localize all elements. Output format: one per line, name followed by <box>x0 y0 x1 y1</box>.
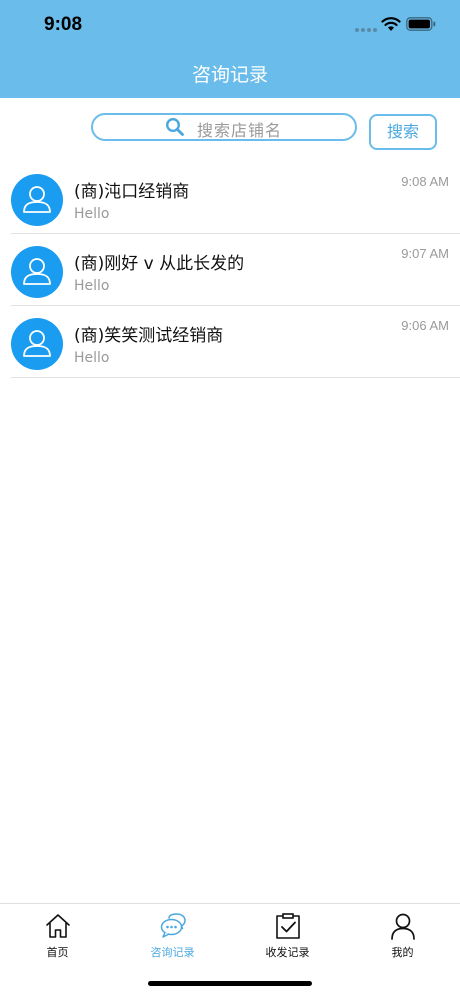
signal-icon <box>355 28 379 32</box>
tab-mine[interactable]: 我的 <box>345 904 460 964</box>
search-icon <box>165 117 184 136</box>
screen: 9:08 咨询记录 搜索店铺名 搜索 (商)沌口经销商 Hello 9:08 A… <box>0 0 460 996</box>
tab-label: 收发记录 <box>265 946 310 959</box>
conversation-time: 9:07 AM <box>401 246 449 261</box>
battery-icon <box>406 17 436 31</box>
header: 9:08 咨询记录 <box>0 0 460 98</box>
tab-home[interactable]: 首页 <box>0 904 115 964</box>
conversation-preview: Hello <box>74 350 110 366</box>
page-title: 咨询记录 <box>191 64 268 86</box>
conversation-time: 9:06 AM <box>401 318 449 333</box>
tab-shipping[interactable]: 收发记录 <box>230 904 345 964</box>
status-time: 9:08 <box>44 14 83 35</box>
conversation-name: (商)笑笑测试经销商 <box>74 326 224 346</box>
avatar <box>11 246 63 298</box>
user-icon <box>23 186 51 213</box>
list-item[interactable]: (商)刚好 v 从此长发的 Hello 9:07 AM <box>11 234 460 306</box>
home-icon <box>46 914 70 938</box>
list-item[interactable]: (商)笑笑测试经销商 Hello 9:06 AM <box>11 306 460 378</box>
tab-label: 首页 <box>46 946 69 959</box>
search-input[interactable]: 搜索店铺名 <box>91 113 357 141</box>
tab-label: 咨询记录 <box>150 946 195 959</box>
list-item[interactable]: (商)沌口经销商 Hello 9:08 AM <box>11 162 460 234</box>
search-placeholder: 搜索店铺名 <box>197 121 283 140</box>
wifi-icon <box>381 17 401 31</box>
clipboard-check-icon <box>276 913 300 939</box>
home-indicator[interactable] <box>148 981 312 986</box>
tab-label: 我的 <box>391 946 414 959</box>
avatar <box>11 318 63 370</box>
user-icon <box>23 330 51 357</box>
conversation-time: 9:08 AM <box>401 174 449 189</box>
user-icon <box>23 258 51 285</box>
tab-consult[interactable]: 咨询记录 <box>115 904 230 964</box>
avatar <box>11 174 63 226</box>
person-icon <box>391 913 415 940</box>
search-button[interactable]: 搜索 <box>369 114 437 150</box>
conversation-name: (商)刚好 v 从此长发的 <box>74 254 245 274</box>
conversation-name: (商)沌口经销商 <box>74 182 190 202</box>
conversation-list: (商)沌口经销商 Hello 9:08 AM (商)刚好 v 从此长发的 Hel… <box>0 162 460 378</box>
conversation-preview: Hello <box>74 278 110 294</box>
conversation-preview: Hello <box>74 206 110 222</box>
chat-bubble-icon <box>160 913 186 938</box>
